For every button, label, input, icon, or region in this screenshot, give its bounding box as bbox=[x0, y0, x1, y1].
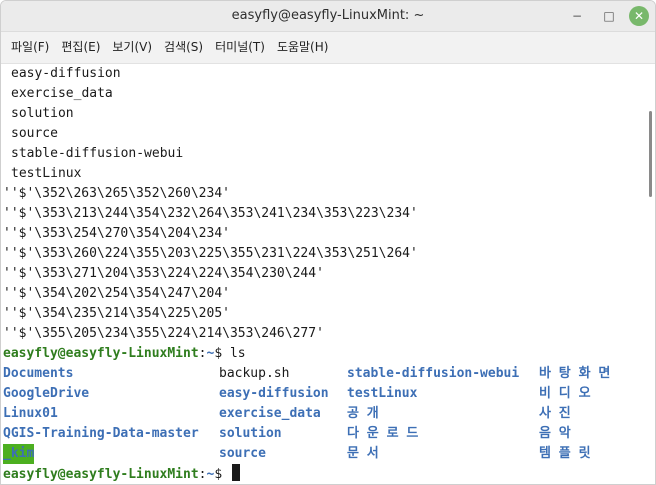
ls-entry: 바 탕 화 면 bbox=[539, 366, 611, 381]
output-line: ''$'\352\263\265\352\260\234' bbox=[3, 186, 230, 201]
ls-entry: 비 디 오 bbox=[539, 386, 591, 401]
ls-entry: QGIS-Training-Data-master bbox=[3, 426, 199, 441]
output-line: ''$'\353\254\270\354\204\234' bbox=[3, 226, 230, 241]
ls-entry: easy-diffusion bbox=[219, 386, 329, 401]
output-line: ''$'\353\260\224\355\203\225\355\231\224… bbox=[3, 246, 418, 261]
text-cursor bbox=[231, 464, 240, 481]
ls-entry: 템 플 릿 bbox=[539, 446, 591, 461]
menu-edit[interactable]: 편집(E) bbox=[55, 32, 106, 63]
menu-view[interactable]: 보기(V) bbox=[106, 32, 158, 63]
ls-entry: exercise_data bbox=[219, 406, 321, 421]
ls-row: GoogleDrive easy-diffusion testLinux 비 디… bbox=[3, 384, 643, 404]
title-bar[interactable]: easyfly@easyfly-LinuxMint: ~ − □ ✕ bbox=[1, 1, 655, 32]
ls-entry: testLinux bbox=[347, 386, 418, 401]
window-title: easyfly@easyfly-LinuxMint: ~ bbox=[231, 8, 425, 23]
prompt-symbol: $ bbox=[214, 346, 230, 361]
output-line: source bbox=[11, 126, 58, 141]
ls-row: _kim source 문 서 템 플 릿 bbox=[3, 444, 643, 464]
active-prompt-line[interactable]: easyfly@easyfly-LinuxMint:~$ bbox=[3, 464, 643, 484]
output-line: ''$'\355\205\234\355\224\214\353\246\277… bbox=[3, 326, 324, 341]
maximize-button[interactable]: □ bbox=[599, 6, 619, 26]
prompt-separator: : bbox=[198, 346, 207, 361]
ls-entry: 사 진 bbox=[539, 406, 571, 421]
ls-entry: Documents bbox=[3, 366, 74, 381]
prompt-symbol: $ bbox=[214, 467, 230, 482]
output-line: testLinux bbox=[11, 166, 82, 181]
prompt-separator: : bbox=[198, 467, 207, 482]
ls-entry: GoogleDrive bbox=[3, 386, 90, 401]
command-text: ls bbox=[229, 346, 246, 361]
output-line: solution bbox=[11, 106, 74, 121]
ls-entry: solution bbox=[219, 426, 282, 441]
output-line: stable-diffusion-webui bbox=[11, 146, 184, 161]
ls-entry: source bbox=[219, 446, 266, 461]
menu-search[interactable]: 검색(S) bbox=[158, 32, 209, 63]
output-line: ''$'\353\271\204\353\224\224\354\230\244… bbox=[3, 266, 324, 281]
menu-terminal[interactable]: 터미널(T) bbox=[209, 32, 271, 63]
menu-file[interactable]: 파일(F) bbox=[5, 32, 55, 63]
command-line: easyfly@easyfly-LinuxMint:~$ ls bbox=[3, 344, 643, 364]
ls-entry: Linux01 bbox=[3, 406, 58, 421]
ls-row: Documents backup.sh stable-diffusion-web… bbox=[3, 364, 643, 384]
output-line: exercise_data bbox=[11, 86, 113, 101]
terminal-window: easyfly@easyfly-LinuxMint: ~ − □ ✕ 파일(F)… bbox=[0, 0, 656, 485]
scrollbar[interactable] bbox=[649, 111, 652, 197]
minimize-button[interactable]: − bbox=[567, 6, 587, 26]
ls-row: Linux01 exercise_data 공 개 사 진 bbox=[3, 404, 643, 424]
menu-help[interactable]: 도움말(H) bbox=[271, 32, 335, 63]
ls-entry: 공 개 bbox=[347, 406, 379, 421]
ls-entry: 다 운 로 드 bbox=[347, 426, 419, 441]
output-line: easy-diffusion bbox=[11, 66, 121, 81]
ls-entry: 음 악 bbox=[539, 426, 571, 441]
output-line: ''$'\354\235\214\354\225\205' bbox=[3, 306, 230, 321]
menu-bar: 파일(F) 편집(E) 보기(V) 검색(S) 터미널(T) 도움말(H) bbox=[1, 32, 655, 64]
prompt-user-host: easyfly@easyfly-LinuxMint bbox=[3, 346, 199, 361]
ls-entry-highlighted: _kim bbox=[3, 444, 35, 464]
close-button[interactable]: ✕ bbox=[629, 6, 649, 26]
ls-entry: 문 서 bbox=[347, 446, 379, 461]
ls-entry: backup.sh bbox=[219, 366, 290, 381]
ls-row: QGIS-Training-Data-master solution 다 운 로… bbox=[3, 424, 643, 444]
ls-entry: stable-diffusion-webui bbox=[347, 366, 520, 381]
output-line: ''$'\354\202\254\354\247\204' bbox=[3, 286, 230, 301]
terminal-content[interactable]: easy-diffusion exercise_data solution so… bbox=[1, 64, 655, 484]
output-line: ''$'\353\213\244\354\232\264\353\241\234… bbox=[3, 206, 418, 221]
